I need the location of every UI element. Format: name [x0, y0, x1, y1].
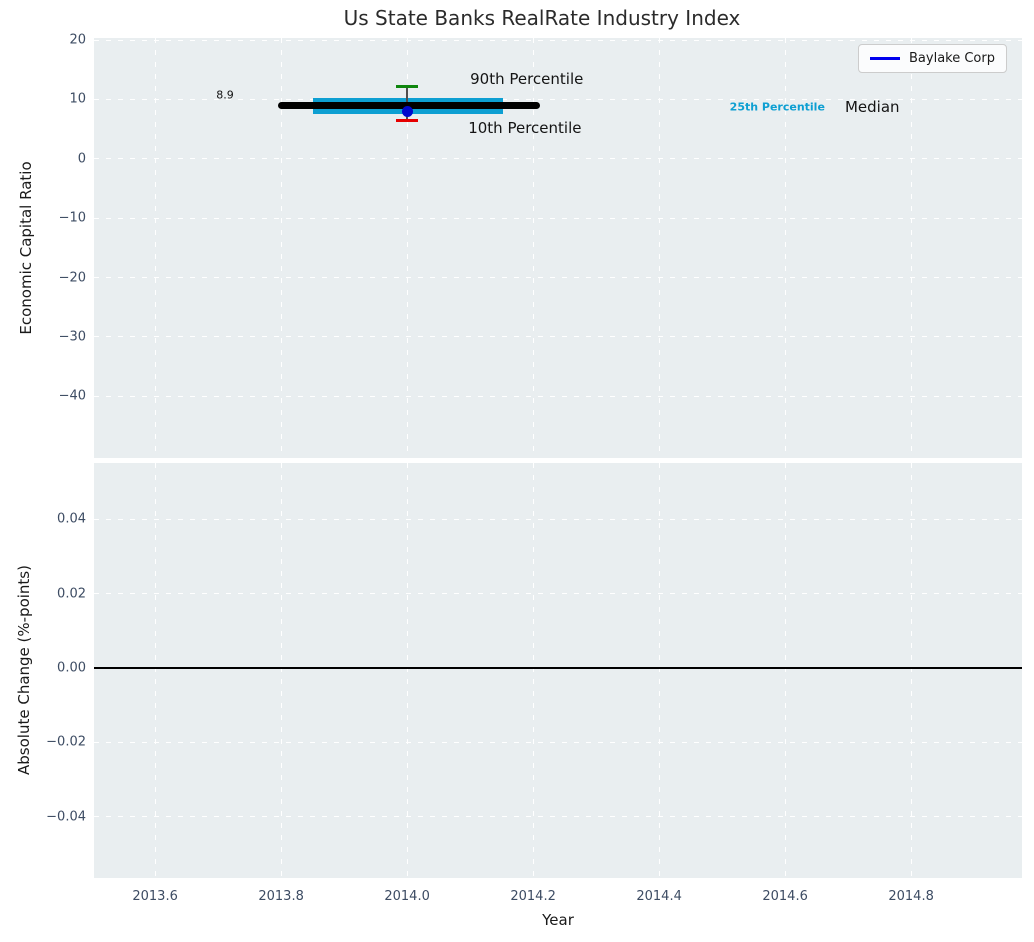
legend-line-icon: [870, 57, 900, 60]
x-tick-label: 2014.6: [762, 889, 808, 904]
y-tick-label: −10: [0, 211, 86, 226]
y-tick-label: −0.02: [0, 735, 86, 750]
y-tick-label: −30: [0, 329, 86, 344]
legend: Baylake Corp: [858, 44, 1007, 73]
gridline-horizontal: [94, 158, 1022, 159]
top-axes-economic-capital-ratio: 8.9 90th Percentile 10th Percentile 25th Pe…: [94, 38, 1022, 458]
x-tick-label: 2013.8: [258, 889, 304, 904]
gridline-horizontal: [94, 336, 1022, 337]
chart-title: Us State Banks RealRate Industry Index: [344, 6, 741, 30]
gridline-horizontal: [94, 277, 1022, 278]
legend-label: Baylake Corp: [909, 51, 995, 66]
top-y-axis-label: Economic Capital Ratio: [17, 161, 35, 334]
annotation-text: 25th Percentile: [730, 100, 825, 113]
y-tick-label: −0.04: [0, 809, 86, 824]
bottom-axes-absolute-change: [94, 463, 1022, 878]
gridline-horizontal: [94, 816, 1022, 817]
y-tick-label: 10: [0, 92, 86, 107]
annotation-text: Median: [845, 98, 900, 116]
x-tick-label: 2014.8: [888, 889, 934, 904]
gridline-horizontal: [94, 593, 1022, 594]
gridline-horizontal: [94, 218, 1022, 219]
gridline-horizontal: [94, 396, 1022, 397]
y-tick-label: 0.00: [0, 660, 86, 675]
baylake-corp-point: [402, 106, 413, 117]
percentile-errorbar-cap-high: [396, 85, 417, 88]
y-tick-label: −20: [0, 270, 86, 285]
y-tick-label: 0.04: [0, 512, 86, 527]
x-tick-label: 2014.4: [636, 889, 682, 904]
y-tick-label: −40: [0, 389, 86, 404]
gridline-horizontal: [94, 519, 1022, 520]
gridline-horizontal: [94, 742, 1022, 743]
x-tick-label: 2014.2: [510, 889, 556, 904]
percentile-errorbar-cap-low: [396, 119, 417, 122]
x-tick-label: 2014.0: [384, 889, 430, 904]
gridline-horizontal: [94, 40, 1022, 41]
x-tick-label: 2013.6: [132, 889, 178, 904]
zero-line: [94, 667, 1022, 669]
annotation-text: 8.9: [216, 88, 234, 101]
y-tick-label: 0.02: [0, 586, 86, 601]
y-tick-label: 20: [0, 33, 86, 48]
annotation-text: 10th Percentile: [468, 119, 581, 137]
figure: Us State Banks RealRate Industry Index 8…: [0, 0, 1034, 942]
annotation-text: 90th Percentile: [470, 70, 583, 88]
x-axis-label: Year: [94, 911, 1022, 929]
y-tick-label: 0: [0, 151, 86, 166]
